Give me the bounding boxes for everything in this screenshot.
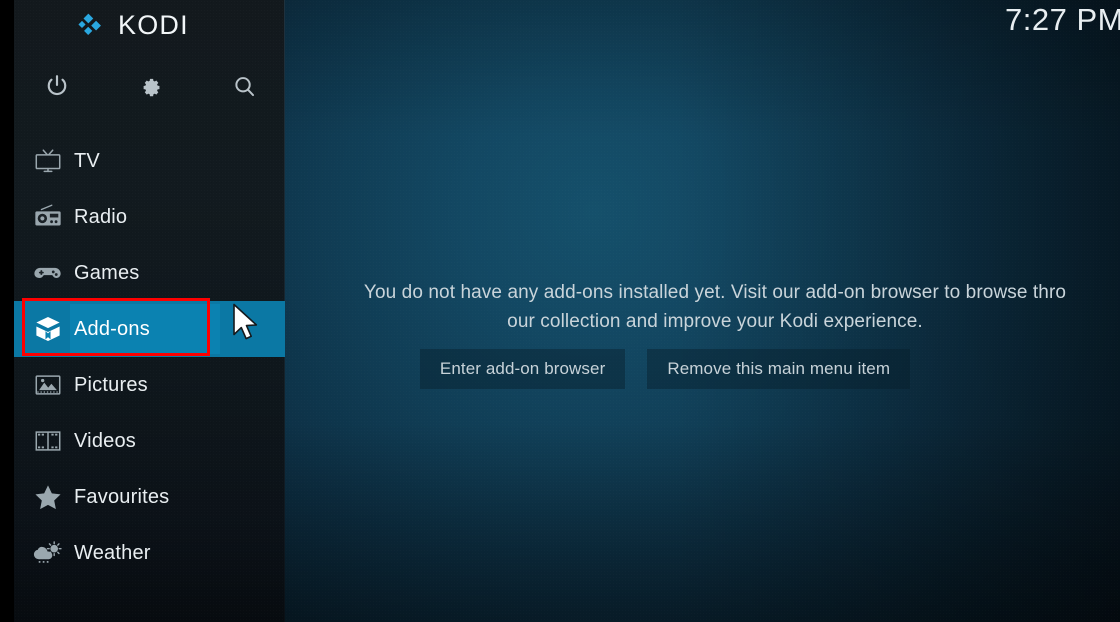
settings-icon[interactable] [128,64,172,108]
sidebar-item-label: Weather [74,541,151,564]
sidebar-item-pictures[interactable]: Pictures [14,357,285,413]
weather-cloud-sun-icon [26,531,70,575]
enter-addon-browser-button[interactable]: Enter add-on browser [419,349,626,389]
empty-state-message-line2: our collection and improve your Kodi exp… [507,311,923,332]
gear-icon [143,78,159,96]
action-button-row: Enter add-on browser Remove this main me… [285,349,1045,389]
clock: 7:27 PM [1005,2,1120,37]
addons-box-icon [26,307,70,351]
sidebar-top-icons [14,64,285,110]
sidebar-item-radio[interactable]: Radio [14,189,285,245]
radio-icon [26,195,70,239]
sidebar-item-label: Pictures [74,373,148,396]
film-strip-icon [26,419,70,463]
sidebar-item-label: Games [74,261,140,284]
sidebar-item-videos[interactable]: Videos [14,413,285,469]
left-rail [0,0,14,622]
sidebar-item-label: Videos [74,429,136,452]
sidebar-item-label: TV [74,149,100,172]
main-content: You do not have any add-ons installed ye… [285,0,1120,622]
pictures-icon [26,363,70,407]
sidebar-item-label: Add-ons [74,317,150,340]
kodi-logo-text: KODI [118,9,189,40]
sidebar: KODI TV Radio Games Add-ons Pictures Vid… [14,0,285,622]
kodi-logo: KODI [76,6,189,44]
power-icon[interactable] [35,64,79,108]
main-menu: TV Radio Games Add-ons Pictures Videos F… [14,133,285,581]
search-icon[interactable] [222,64,266,108]
gamepad-icon [26,251,70,295]
sidebar-item-label: Favourites [74,485,170,508]
tv-icon [26,139,70,183]
kodi-home-screen: You do not have any add-ons installed ye… [0,0,1120,622]
empty-state-message-line1: You do not have any add-ons installed ye… [363,282,1067,303]
remove-main-menu-item-button[interactable]: Remove this main menu item [647,349,911,389]
sidebar-item-tv[interactable]: TV [14,133,285,189]
star-icon [26,475,70,519]
sidebar-item-add-ons[interactable]: Add-ons [14,301,285,357]
empty-state-message: You do not have any add-ons installed ye… [285,278,1120,336]
kodi-logo-mark-icon [78,13,101,36]
sidebar-item-label: Radio [74,205,128,228]
sidebar-item-weather[interactable]: Weather [14,525,285,581]
sidebar-item-favourites[interactable]: Favourites [14,469,285,525]
sidebar-item-games[interactable]: Games [14,245,285,301]
